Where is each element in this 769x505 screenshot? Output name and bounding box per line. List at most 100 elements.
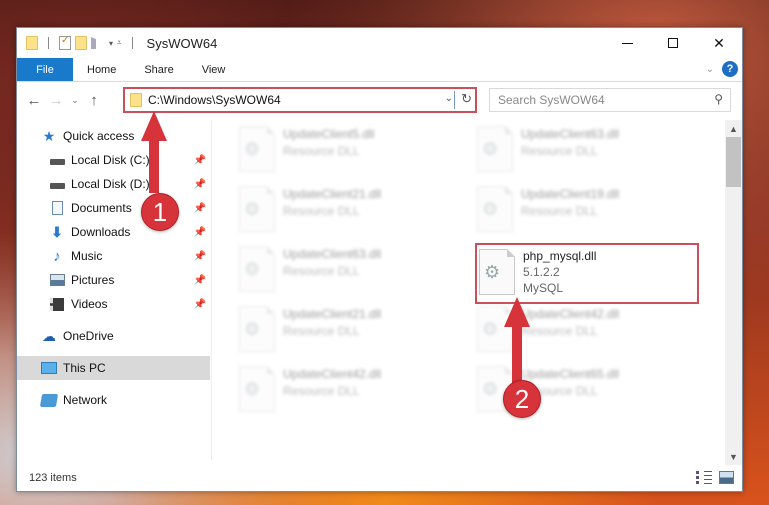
annotation-arrow-2 (512, 324, 522, 384)
search-icon[interactable]: ⚲ (714, 92, 723, 106)
navigation-pane: ★ Quick access Local Disk (C:) 📌 Local D… (17, 120, 212, 460)
file-item[interactable]: UpdateClient5.dll Resource DLL (229, 122, 454, 178)
pin-icon[interactable]: 📌 (194, 155, 206, 166)
sidebar-item-label: Pictures (71, 273, 115, 287)
expand-ribbon-icon[interactable]: ⌄ (706, 64, 714, 75)
minimize-button[interactable] (604, 28, 650, 58)
recent-locations-icon[interactable]: ⌄ (67, 95, 83, 106)
address-path[interactable]: C:\Windows\SysWOW64 (148, 93, 281, 107)
sidebar-item-local-disk-d[interactable]: Local Disk (D:) 📌 (17, 172, 210, 196)
file-item[interactable]: UpdateClient42.dll Resource DLL (229, 362, 454, 418)
minimize-icon (621, 42, 633, 44)
tab-share[interactable]: Share (130, 58, 187, 81)
close-button[interactable]: ✕ (696, 28, 742, 58)
file-description: Resource DLL (283, 324, 360, 338)
file-item[interactable]: UpdateClient21.dll Resource DLL (229, 182, 454, 238)
file-name: UpdateClient63.dll (283, 247, 382, 261)
file-item[interactable]: UpdateClient63.dll Resource DLL (229, 242, 454, 298)
this-pc-icon (41, 361, 57, 375)
scroll-up-icon[interactable]: ▲ (725, 120, 742, 137)
large-icons-view-icon[interactable] (719, 471, 734, 484)
file-name: UpdateClient63.dll (521, 127, 620, 141)
sidebar-item-label: Videos (71, 297, 108, 311)
sidebar-item-pictures[interactable]: Pictures 📌 (17, 268, 210, 292)
tab-home[interactable]: Home (73, 58, 130, 81)
back-button[interactable]: ← (23, 92, 45, 109)
file-version: 5.1.2.2 (523, 265, 560, 279)
drive-icon (49, 153, 65, 167)
sidebar-item-downloads[interactable]: ⬇ Downloads 📌 (17, 220, 210, 244)
sidebar-item-label: Quick access (63, 129, 135, 143)
file-name: UpdateClient19.dll (521, 187, 620, 201)
pin-icon[interactable]: 📌 (194, 179, 206, 190)
pin-icon[interactable]: 📌 (194, 227, 206, 238)
dll-file-icon (239, 306, 275, 352)
sidebar-item-documents[interactable]: Documents 📌 (17, 196, 210, 220)
annotation-arrow-1 (149, 138, 159, 193)
file-item[interactable]: UpdateClient19.dll Resource DLL (467, 182, 692, 238)
pin-icon[interactable]: 📌 (194, 275, 206, 286)
file-item[interactable]: UpdateClient65.dllResource DLL (467, 362, 692, 418)
file-item-php-mysql[interactable]: php_mysql.dll 5.1.2.2 MySQL (469, 245, 694, 301)
scroll-down-icon[interactable]: ▼ (725, 448, 742, 465)
network-icon (39, 393, 59, 407)
pin-icon[interactable]: 📌 (194, 203, 206, 214)
search-box[interactable]: ⚲ (489, 88, 731, 112)
item-count: 123 items (29, 472, 77, 484)
dll-file-icon (479, 249, 515, 295)
sidebar-item-label: OneDrive (63, 329, 114, 343)
pictures-icon (49, 273, 65, 287)
sidebar-item-music[interactable]: ♪ Music 📌 (17, 244, 210, 268)
chevron-down-icon[interactable]: ▾ (109, 39, 113, 48)
file-company: MySQL (523, 281, 564, 295)
sidebar-item-label: Network (63, 393, 108, 407)
view-options-icon[interactable] (91, 37, 105, 49)
up-button[interactable]: ↑ (83, 92, 105, 109)
forward-button[interactable]: → (45, 92, 67, 109)
scrollbar-thumb[interactable] (726, 137, 741, 187)
new-folder-icon[interactable] (75, 36, 87, 50)
pin-icon[interactable]: 📌 (194, 299, 206, 310)
dll-file-icon (239, 186, 275, 232)
properties-icon[interactable] (59, 35, 71, 50)
search-input[interactable] (498, 93, 698, 107)
address-bar[interactable]: C:\Windows\SysWOW64 ⌄ ↻ (123, 87, 477, 113)
maximize-icon (668, 38, 678, 48)
tab-view[interactable]: View (188, 58, 240, 81)
folder-icon (130, 93, 142, 107)
customize-toolbar-icon[interactable]: ⩡ (117, 38, 122, 48)
tab-file[interactable]: File (17, 58, 73, 81)
vertical-scrollbar[interactable]: ▲ ▼ (725, 120, 742, 465)
sidebar-item-network[interactable]: Network (17, 388, 210, 412)
file-description: Resource DLL (283, 204, 360, 218)
sidebar-item-label: Local Disk (D:) (71, 177, 150, 191)
file-list: UpdateClient5.dll Resource DLL UpdateClie… (213, 120, 725, 465)
file-explorer-window: ▾ ⩡ SysWOW64 ✕ File Home Share View ⌄ ? … (16, 27, 743, 492)
close-icon: ✕ (713, 34, 725, 51)
sidebar-item-onedrive[interactable]: ☁ OneDrive (17, 324, 210, 348)
file-item[interactable]: UpdateClient42.dll Resource DLL (467, 302, 692, 358)
sidebar-item-quick-access[interactable]: ★ Quick access (17, 124, 210, 148)
sidebar-item-label: This PC (63, 361, 106, 375)
maximize-button[interactable] (650, 28, 696, 58)
videos-icon (49, 297, 65, 311)
details-view-icon[interactable] (696, 471, 712, 484)
chevron-down-icon[interactable]: ⌄ (445, 93, 453, 104)
help-icon[interactable]: ? (722, 61, 738, 77)
refresh-icon[interactable]: ↻ (461, 91, 472, 107)
file-item[interactable]: UpdateClient63.dll Resource DLL (467, 122, 692, 178)
step-2-badge: 2 (503, 380, 541, 418)
sidebar-item-this-pc[interactable]: This PC (17, 356, 210, 380)
folder-icon[interactable] (26, 36, 38, 50)
onedrive-icon: ☁ (42, 327, 56, 344)
downloads-icon: ⬇ (51, 223, 63, 240)
dll-file-icon (239, 246, 275, 292)
sidebar-item-videos[interactable]: Videos 📌 (17, 292, 210, 316)
ribbon-tabs: File Home Share View ⌄ ? (17, 58, 742, 82)
pin-icon[interactable]: 📌 (194, 251, 206, 262)
file-item[interactable]: UpdateClient21.dll Resource DLL (229, 302, 454, 358)
file-name: UpdateClient5.dll (283, 127, 375, 141)
file-name: UpdateClient65.dll (521, 367, 620, 381)
sidebar-item-local-disk-c[interactable]: Local Disk (C:) 📌 (17, 148, 210, 172)
file-description: Resource DLL (521, 144, 598, 158)
